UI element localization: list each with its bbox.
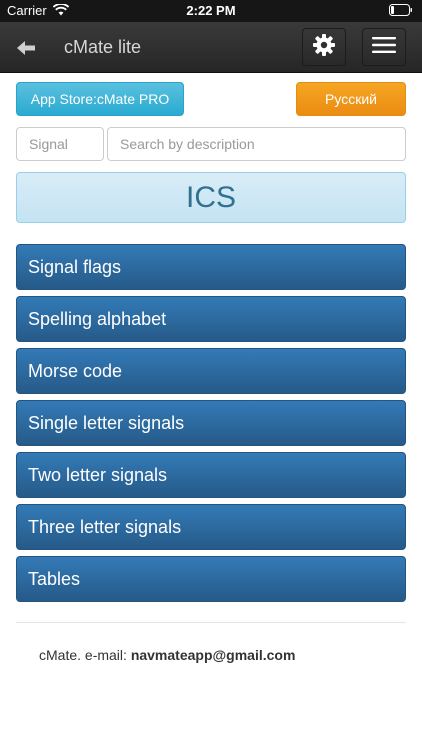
menu-item-two-letter-signals[interactable]: Two letter signals bbox=[16, 452, 406, 498]
menu-item-signal-flags[interactable]: Signal flags bbox=[16, 244, 406, 290]
menu-button[interactable] bbox=[362, 28, 406, 66]
settings-button[interactable] bbox=[302, 28, 346, 66]
contact-email[interactable]: navmateapp@gmail.com bbox=[131, 647, 296, 663]
battery-icon bbox=[389, 4, 413, 19]
status-bar: Carrier 2:22 PM bbox=[0, 0, 422, 22]
description-search-input[interactable] bbox=[107, 127, 406, 161]
menu-item-morse-code[interactable]: Morse code bbox=[16, 348, 406, 394]
gear-icon bbox=[312, 33, 336, 62]
menu-item-tables[interactable]: Tables bbox=[16, 556, 406, 602]
hamburger-menu-icon bbox=[372, 36, 396, 59]
language-button[interactable]: Русский bbox=[296, 82, 406, 116]
nav-bar: cMate lite bbox=[0, 22, 422, 73]
footer: cMate. e-mail: navmateapp@gmail.com bbox=[39, 647, 295, 663]
menu-item-spelling-alphabet[interactable]: Spelling alphabet bbox=[16, 296, 406, 342]
footer-prefix: cMate. e-mail: bbox=[39, 647, 131, 663]
app-title: cMate lite bbox=[64, 37, 142, 57]
back-arrow-icon[interactable] bbox=[14, 36, 38, 60]
divider bbox=[16, 622, 406, 623]
ics-banner: ICS bbox=[16, 172, 406, 223]
menu-item-three-letter-signals[interactable]: Three letter signals bbox=[16, 504, 406, 550]
clock: 2:22 PM bbox=[186, 3, 236, 18]
section-menu: Signal flags Spelling alphabet Morse cod… bbox=[16, 244, 406, 608]
app-store-button[interactable]: App Store:cMate PRO bbox=[16, 82, 184, 116]
signal-input[interactable] bbox=[16, 127, 104, 161]
menu-item-single-letter-signals[interactable]: Single letter signals bbox=[16, 400, 406, 446]
